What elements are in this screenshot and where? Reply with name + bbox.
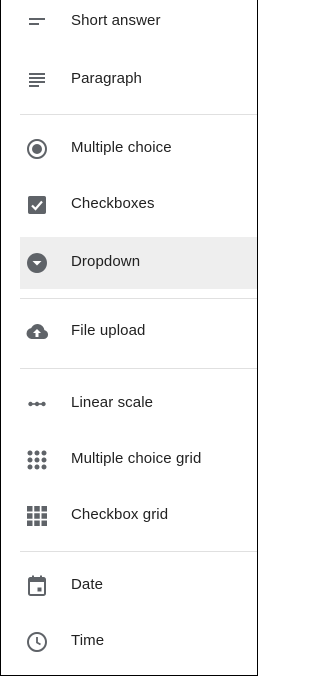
menu-item-label: Linear scale bbox=[71, 394, 154, 411]
divider bbox=[20, 368, 257, 369]
menu-item-time[interactable]: Time bbox=[20, 620, 257, 664]
linear-scale-icon bbox=[25, 392, 49, 416]
menu-item-label: Paragraph bbox=[71, 70, 142, 87]
divider bbox=[20, 114, 257, 115]
square-grid-icon bbox=[25, 504, 49, 528]
question-type-menu: Short answer Paragraph Multiple choice C… bbox=[0, 0, 258, 676]
dot-grid-icon bbox=[25, 448, 49, 472]
checkbox-icon bbox=[25, 193, 49, 217]
menu-item-label: Checkboxes bbox=[71, 195, 155, 212]
menu-item-label: File upload bbox=[71, 322, 146, 339]
menu-item-label: Dropdown bbox=[71, 253, 141, 270]
menu-item-short-answer[interactable]: Short answer bbox=[20, 0, 257, 44]
menu-item-date[interactable]: Date bbox=[20, 564, 257, 608]
menu-item-paragraph[interactable]: Paragraph bbox=[20, 58, 257, 102]
menu-item-dropdown[interactable]: Dropdown bbox=[20, 237, 257, 289]
menu-item-label: Multiple choice bbox=[71, 139, 172, 156]
menu-item-linear-scale[interactable]: Linear scale bbox=[20, 382, 257, 426]
menu-item-file-upload[interactable]: File upload bbox=[20, 310, 257, 354]
divider bbox=[20, 551, 257, 552]
menu-item-multiple-choice[interactable]: Multiple choice bbox=[20, 127, 257, 171]
clock-icon bbox=[25, 630, 49, 654]
menu-item-label: Date bbox=[71, 576, 104, 593]
menu-item-label: Time bbox=[71, 632, 105, 649]
menu-item-checkbox-grid[interactable]: Checkbox grid bbox=[20, 494, 257, 538]
calendar-icon bbox=[25, 574, 49, 598]
menu-item-multiple-choice-grid[interactable]: Multiple choice grid bbox=[20, 438, 257, 482]
menu-item-label: Checkbox grid bbox=[71, 506, 169, 523]
menu-item-label: Short answer bbox=[71, 12, 161, 29]
divider bbox=[20, 298, 257, 299]
menu-item-label: Multiple choice grid bbox=[71, 450, 202, 467]
short-text-icon bbox=[25, 10, 49, 34]
dropdown-icon bbox=[25, 251, 49, 275]
cloud-upload-icon bbox=[25, 320, 49, 344]
menu-item-checkboxes[interactable]: Checkboxes bbox=[20, 183, 257, 227]
paragraph-icon bbox=[25, 68, 49, 92]
radio-button-icon bbox=[25, 137, 49, 161]
